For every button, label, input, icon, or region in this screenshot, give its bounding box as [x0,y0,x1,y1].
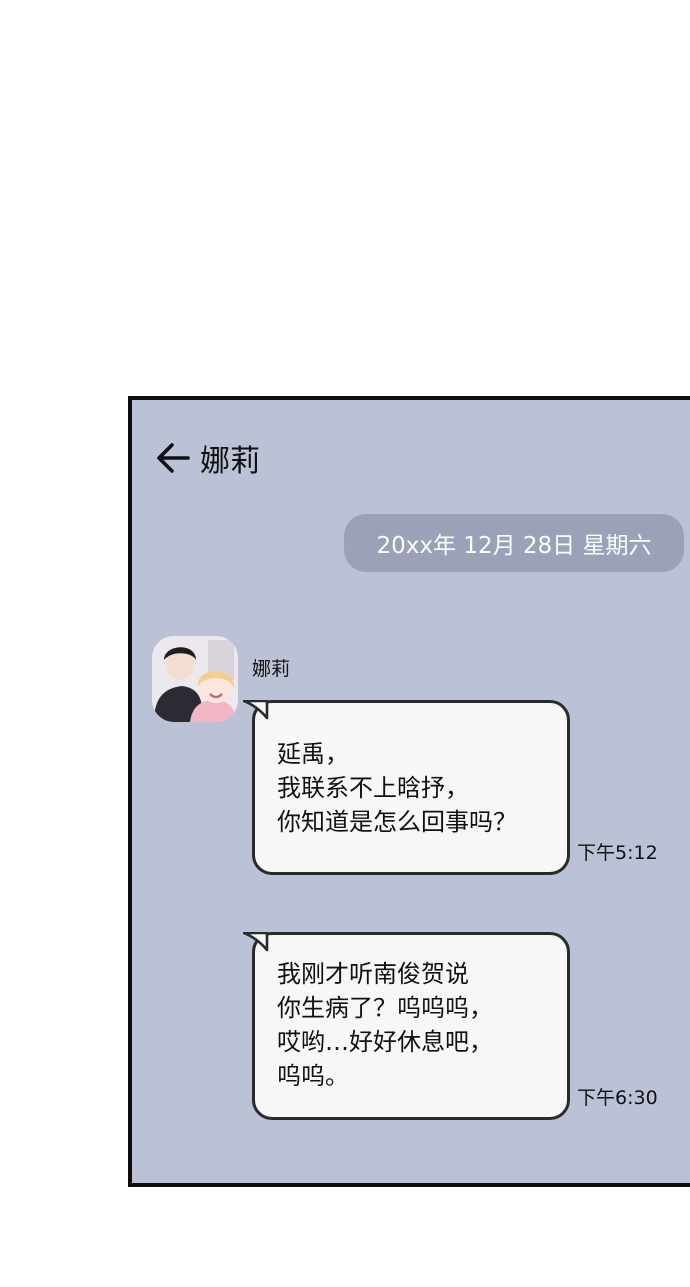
date-divider: 20xx年 12月 28日 星期六 [344,514,684,572]
message-line: 你知道是怎么回事吗？ [277,808,517,836]
message-timestamp: 下午6:30 [577,1087,658,1109]
message-line: 哎哟…好好休息吧， [277,1028,493,1056]
chat-panel: 娜莉 20xx年 12月 28日 星期六 娜莉 延禹， 我联系不上晗抒， 你知道… [128,396,690,1187]
message-line: 延禹， [277,740,349,768]
date-label: 20xx年 12月 28日 星期六 [376,533,652,559]
contact-avatar[interactable] [152,636,238,722]
chat-title: 娜莉 [200,444,260,479]
message-bubble: 我刚才听南俊贺说 你生病了？呜呜呜， 哎哟…好好休息吧， 呜呜。 [243,932,570,1120]
bubble-tail-icon [243,932,269,952]
arrow-left-icon[interactable] [154,439,192,477]
message-line: 你生病了？呜呜呜， [277,994,493,1022]
message-line: 呜呜。 [277,1062,349,1090]
message-line: 我刚才听南俊贺说 [277,960,469,988]
message-timestamp: 下午5:12 [577,842,658,864]
message-bubble: 延禹， 我联系不上晗抒， 你知道是怎么回事吗？ [243,700,570,875]
message-line: 我联系不上晗抒， [277,774,469,802]
sender-name: 娜莉 [252,658,291,680]
chat-header: 娜莉 [154,436,260,480]
bubble-tail-icon [243,700,269,720]
